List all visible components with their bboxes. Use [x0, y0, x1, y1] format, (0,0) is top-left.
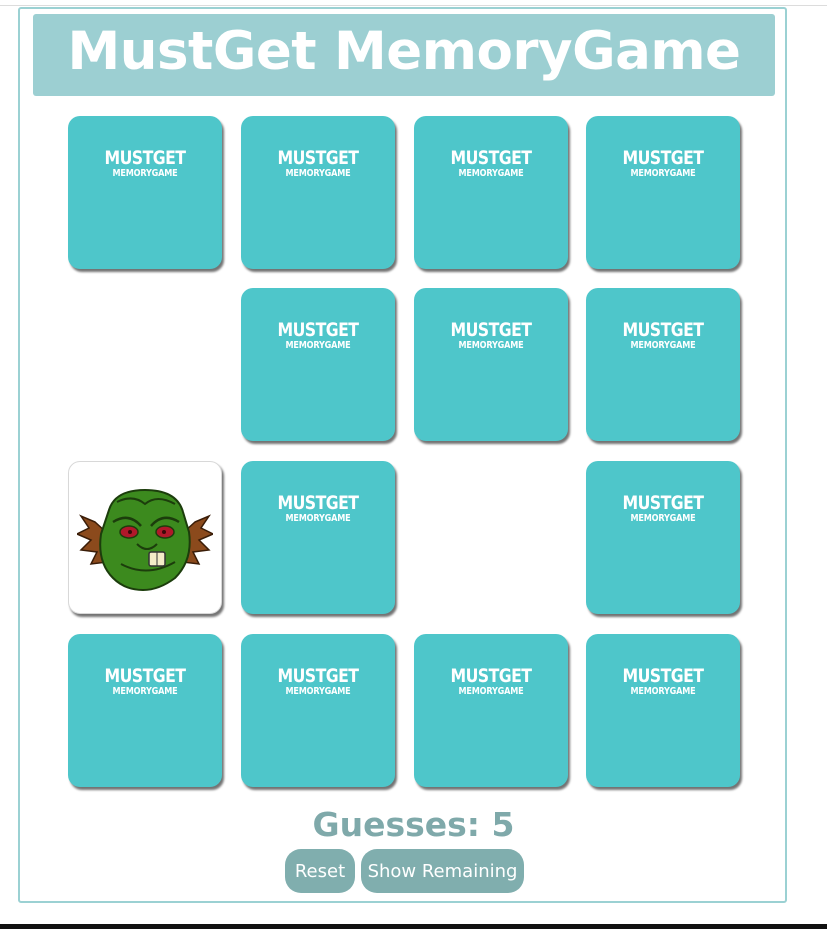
- card-back-logo: MUSTGET MEMORYGAME: [414, 149, 568, 179]
- memory-card-facedown[interactable]: MUSTGET MEMORYGAME: [414, 116, 568, 269]
- card-logo-line2: MEMORYGAME: [458, 686, 524, 697]
- card-back-logo: MUSTGET MEMORYGAME: [414, 321, 568, 351]
- green-goblin-face-icon: [77, 488, 213, 591]
- memory-card-facedown[interactable]: MUSTGET MEMORYGAME: [586, 634, 740, 787]
- card-logo-line2: MEMORYGAME: [285, 513, 351, 524]
- card-back-logo: MUSTGET MEMORYGAME: [241, 494, 395, 524]
- card-logo-line1: MUSTGET: [622, 319, 704, 341]
- memory-card-matched-slot: [414, 461, 568, 614]
- card-back-logo: MUSTGET MEMORYGAME: [241, 667, 395, 697]
- card-logo-line2: MEMORYGAME: [112, 686, 178, 697]
- card-back-logo: MUSTGET MEMORYGAME: [68, 149, 222, 179]
- card-logo-line1: MUSTGET: [622, 492, 704, 514]
- card-back-logo: MUSTGET MEMORYGAME: [241, 149, 395, 179]
- card-back-logo: MUSTGET MEMORYGAME: [586, 494, 740, 524]
- card-logo-line1: MUSTGET: [277, 147, 359, 169]
- memory-card-facedown[interactable]: MUSTGET MEMORYGAME: [586, 288, 740, 441]
- bottom-edge: [0, 924, 827, 929]
- card-logo-line1: MUSTGET: [277, 665, 359, 687]
- card-logo-line1: MUSTGET: [622, 665, 704, 687]
- card-logo-line2: MEMORYGAME: [630, 686, 696, 697]
- card-logo-line2: MEMORYGAME: [458, 340, 524, 351]
- memory-card-facedown[interactable]: MUSTGET MEMORYGAME: [586, 461, 740, 614]
- page-title: MustGet MemoryGame: [67, 20, 741, 82]
- card-logo-line2: MEMORYGAME: [285, 340, 351, 351]
- card-logo-line1: MUSTGET: [104, 147, 186, 169]
- card-logo-line1: MUSTGET: [450, 147, 532, 169]
- top-divider: [0, 5, 827, 6]
- show-remaining-button[interactable]: Show Remaining: [361, 849, 524, 893]
- card-logo-line2: MEMORYGAME: [285, 686, 351, 697]
- card-back-logo: MUSTGET MEMORYGAME: [586, 149, 740, 179]
- card-logo-line2: MEMORYGAME: [285, 168, 351, 179]
- memory-card-facedown[interactable]: MUSTGET MEMORYGAME: [241, 116, 395, 269]
- memory-card-facedown[interactable]: MUSTGET MEMORYGAME: [241, 288, 395, 441]
- memory-card-faceup[interactable]: [68, 461, 222, 614]
- memory-card-facedown[interactable]: MUSTGET MEMORYGAME: [68, 116, 222, 269]
- guess-counter: Guesses: 5: [312, 805, 515, 844]
- memory-card-facedown[interactable]: MUSTGET MEMORYGAME: [414, 288, 568, 441]
- card-back-logo: MUSTGET MEMORYGAME: [414, 667, 568, 697]
- memory-card-facedown[interactable]: MUSTGET MEMORYGAME: [414, 634, 568, 787]
- card-back-logo: MUSTGET MEMORYGAME: [241, 321, 395, 351]
- card-logo-line1: MUSTGET: [104, 665, 186, 687]
- card-logo-line2: MEMORYGAME: [112, 168, 178, 179]
- card-logo-line1: MUSTGET: [450, 665, 532, 687]
- card-logo-line2: MEMORYGAME: [630, 340, 696, 351]
- card-logo-line2: MEMORYGAME: [458, 168, 524, 179]
- reset-button[interactable]: Reset: [285, 849, 355, 893]
- card-back-logo: MUSTGET MEMORYGAME: [586, 321, 740, 351]
- card-back-logo: MUSTGET MEMORYGAME: [586, 667, 740, 697]
- card-back-logo: MUSTGET MEMORYGAME: [68, 667, 222, 697]
- memory-card-facedown[interactable]: MUSTGET MEMORYGAME: [241, 634, 395, 787]
- title-bar: MustGet MemoryGame: [33, 14, 775, 96]
- card-logo-line1: MUSTGET: [622, 147, 704, 169]
- card-logo-line1: MUSTGET: [277, 319, 359, 341]
- card-logo-line1: MUSTGET: [450, 319, 532, 341]
- memory-card-facedown[interactable]: MUSTGET MEMORYGAME: [68, 634, 222, 787]
- card-logo-line2: MEMORYGAME: [630, 513, 696, 524]
- memory-card-facedown[interactable]: MUSTGET MEMORYGAME: [241, 461, 395, 614]
- memory-card-matched-slot: [68, 288, 222, 441]
- memory-card-facedown[interactable]: MUSTGET MEMORYGAME: [586, 116, 740, 269]
- card-logo-line2: MEMORYGAME: [630, 168, 696, 179]
- card-logo-line1: MUSTGET: [277, 492, 359, 514]
